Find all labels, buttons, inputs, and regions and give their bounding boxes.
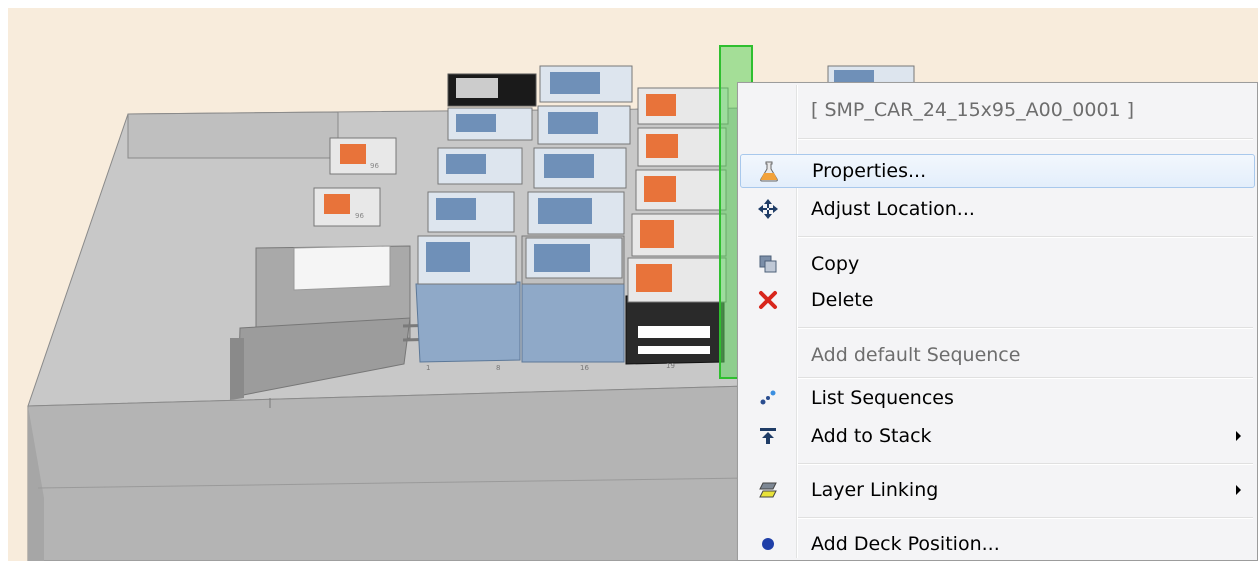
- menu-item-delete[interactable]: Delete: [740, 283, 1255, 317]
- menu-item-add-default-sequence[interactable]: Add default Sequence: [740, 338, 1255, 372]
- menu-separator: [798, 377, 1253, 379]
- menu-separator: [798, 327, 1253, 329]
- menu-separator: [798, 463, 1253, 465]
- svg-text:96: 96: [370, 162, 379, 170]
- svg-text:96: 96: [355, 212, 364, 220]
- menu-separator: [798, 138, 1253, 140]
- layer-link-icon: [756, 478, 780, 502]
- flask-icon: [757, 159, 781, 183]
- context-menu: [ SMP_CAR_24_15x95_A00_0001 ] Properties…: [737, 82, 1258, 561]
- menu-item-list-sequences[interactable]: List Sequences: [740, 381, 1255, 415]
- menu-item-layer-linking[interactable]: Layer Linking: [740, 473, 1255, 507]
- add-to-stack-icon: [756, 424, 780, 448]
- submenu-arrow-icon: [1236, 431, 1241, 441]
- menu-item-copy[interactable]: Copy: [740, 247, 1255, 281]
- menu-separator: [798, 517, 1253, 519]
- svg-text:16: 16: [580, 364, 589, 372]
- menu-item-properties[interactable]: Properties...: [740, 154, 1255, 188]
- menu-separator: [798, 236, 1253, 238]
- menu-item-add-deck-position[interactable]: Add Deck Position...: [740, 527, 1255, 561]
- carrier-384: [521, 65, 633, 363]
- carrier-96: [625, 87, 729, 365]
- move-arrows-icon: [756, 197, 780, 221]
- menu-header-label: [ SMP_CAR_24_15x95_A00_0001 ]: [811, 99, 1135, 121]
- menu-item-add-to-stack[interactable]: Add to Stack: [740, 419, 1255, 453]
- submenu-arrow-icon: [1236, 485, 1241, 495]
- blue-dot-icon: [756, 532, 780, 556]
- menu-item-adjust-location[interactable]: Adjust Location...: [740, 192, 1255, 226]
- copy-icon: [756, 252, 780, 276]
- svg-text:8: 8: [496, 364, 500, 372]
- menu-header: [ SMP_CAR_24_15x95_A00_0001 ]: [740, 93, 1255, 127]
- sequence-dots-icon: [756, 386, 780, 410]
- svg-text:19: 19: [666, 362, 675, 370]
- svg-text:1: 1: [426, 364, 430, 372]
- delete-x-icon: [756, 288, 780, 312]
